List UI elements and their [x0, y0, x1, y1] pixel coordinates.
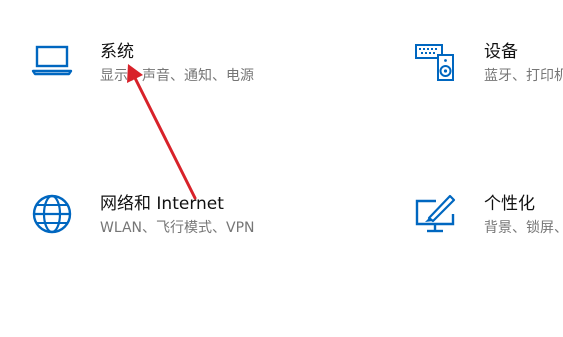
globe-icon	[32, 194, 72, 234]
tile-title: 设备	[484, 42, 518, 62]
tile-title: 网络和 Internet	[100, 194, 224, 214]
settings-tile-network[interactable]: 网络和 Internet WLAN、飞行模式、VPN	[30, 192, 310, 248]
tile-description: WLAN、飞行模式、VPN	[100, 220, 255, 236]
tile-description: 蓝牙、打印机、鼠标	[484, 68, 563, 84]
laptop-icon	[31, 45, 73, 76]
paint-monitor-icon	[415, 194, 456, 233]
tile-title: 个性化	[484, 194, 535, 214]
settings-tile-personalization[interactable]: 个性化 背景、锁屏、颜色	[414, 192, 563, 248]
settings-page: 系统 显示、声音、通知、电源 设备 蓝牙、打印机、鼠标	[0, 0, 563, 337]
settings-tile-devices[interactable]: 设备 蓝牙、打印机、鼠标	[414, 40, 563, 96]
tile-description: 显示、声音、通知、电源	[100, 68, 254, 84]
keyboard-speaker-icon	[415, 44, 454, 81]
settings-tile-system[interactable]: 系统 显示、声音、通知、电源	[30, 40, 270, 96]
tile-title: 系统	[100, 42, 134, 62]
tile-description: 背景、锁屏、颜色	[484, 220, 563, 236]
